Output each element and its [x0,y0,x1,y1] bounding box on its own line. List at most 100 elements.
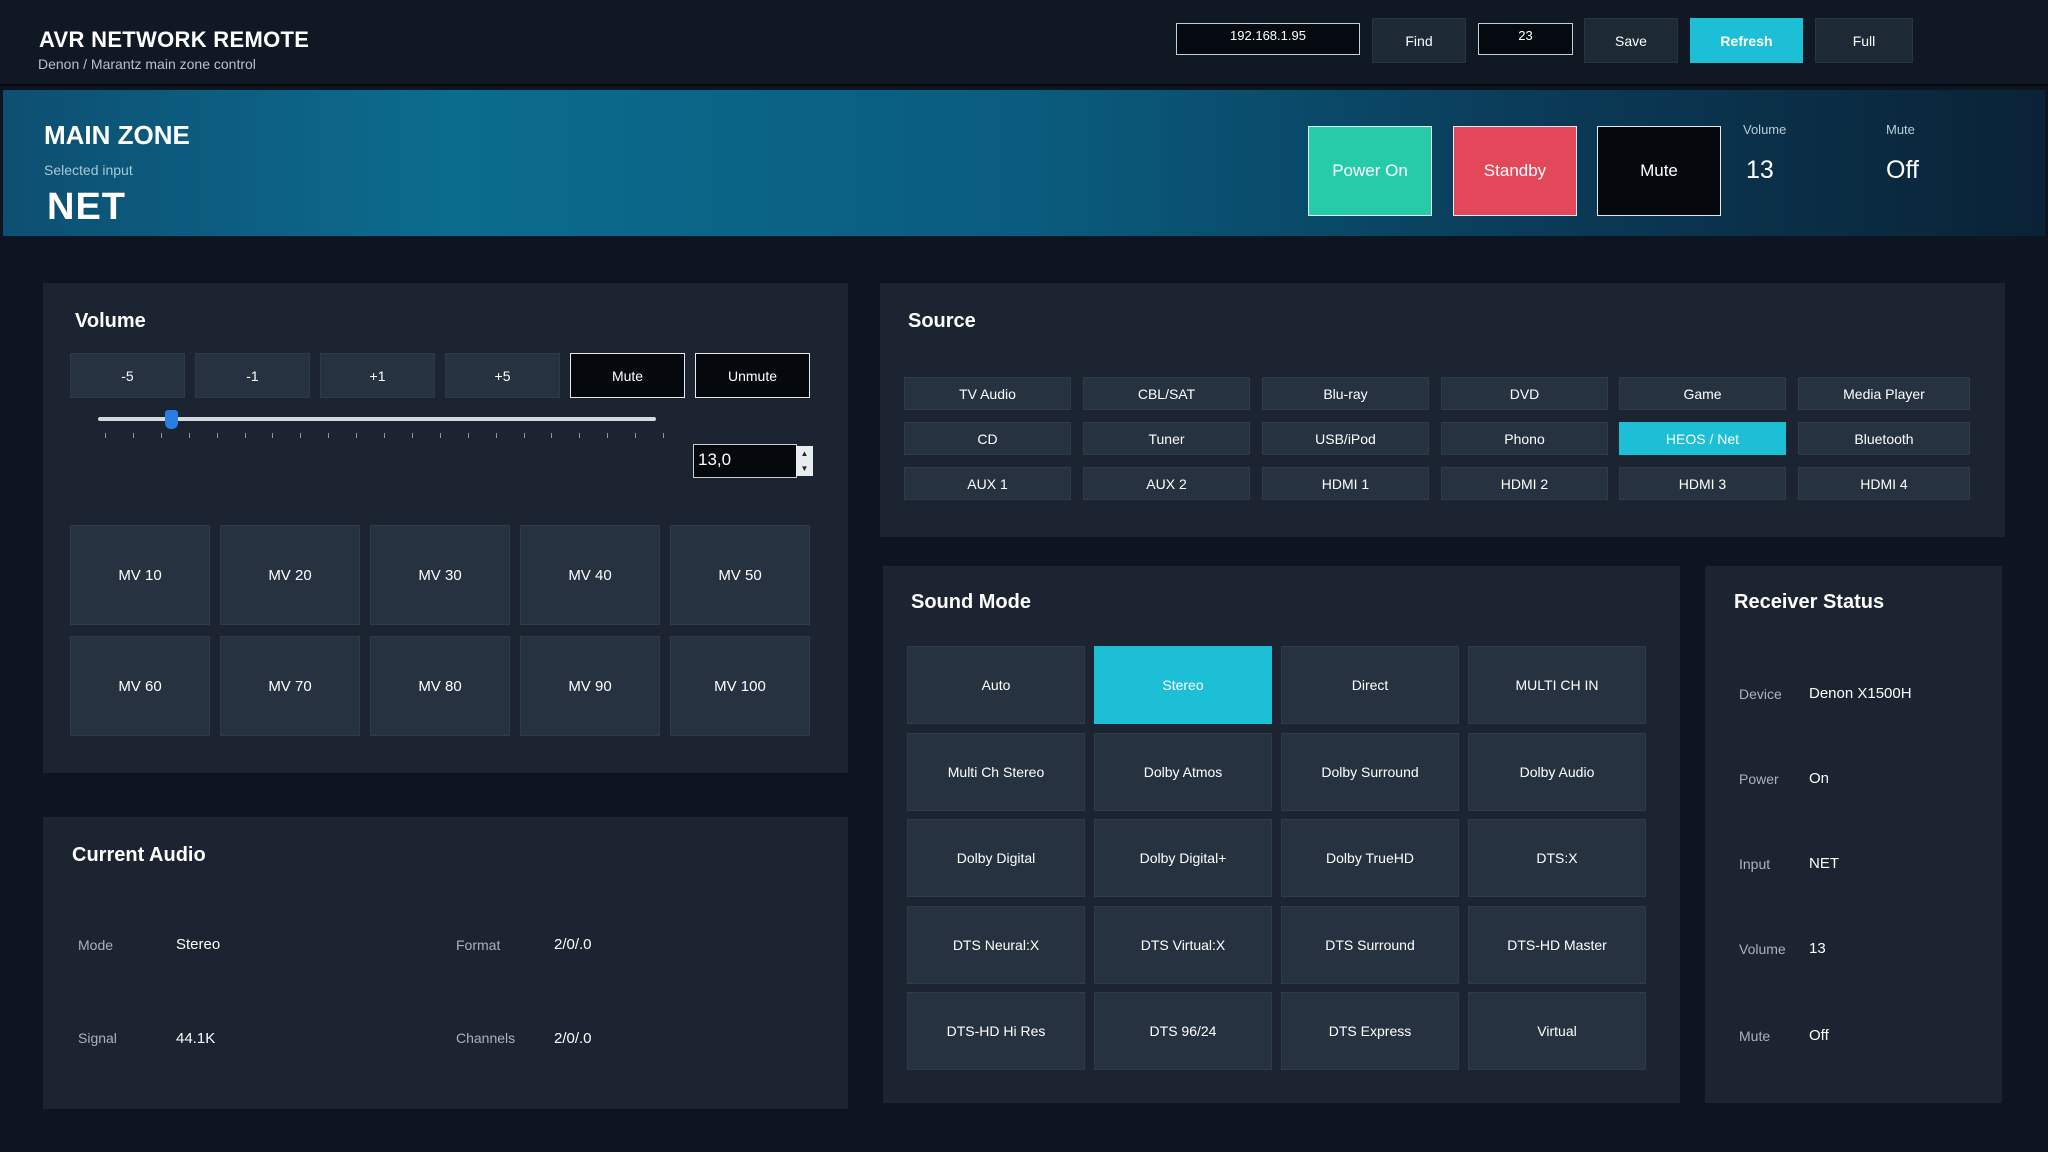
standby-button[interactable]: Standby [1453,126,1577,216]
source-hdmi-3-button[interactable]: HDMI 3 [1619,467,1786,500]
volume-plus-1-button[interactable]: +1 [320,353,435,398]
volume-minus-5-button[interactable]: -5 [70,353,185,398]
full-button[interactable]: Full [1815,18,1913,63]
sound-mode-dts-surround-button[interactable]: DTS Surround [1281,905,1459,984]
power-on-button[interactable]: Power On [1308,126,1432,216]
source-hdmi-2-button[interactable]: HDMI 2 [1441,467,1608,500]
sound-mode-dolby-atmos-button[interactable]: Dolby Atmos [1094,732,1272,811]
volume-preset-mv-10-button[interactable]: MV 10 [70,525,210,625]
volume-plus-5-button[interactable]: +5 [445,353,560,398]
volume-preset-mv-80-button[interactable]: MV 80 [370,636,510,736]
slider-tick [300,433,302,438]
spin-up-icon[interactable]: ▲ [796,446,813,461]
sound-mode-dolby-digital-button[interactable]: Dolby Digital+ [1094,819,1272,897]
sound-mode-multi-ch-stereo-button[interactable]: Multi Ch Stereo [907,732,1085,811]
sound-mode-dts-hd-master-button[interactable]: DTS-HD Master [1468,905,1646,984]
sound-mode-multi-ch-in-button[interactable]: MULTI CH IN [1468,646,1646,724]
source-cd-button[interactable]: CD [904,422,1071,455]
status-input-value: NET [1809,855,1839,872]
status-power-label: Power [1739,771,1779,787]
sound-mode-dts-neural-x-button[interactable]: DTS Neural:X [907,905,1085,984]
source-hdmi-1-button[interactable]: HDMI 1 [1262,467,1429,500]
source-game-button[interactable]: Game [1619,377,1786,410]
volume-preset-mv-40-button[interactable]: MV 40 [520,525,660,625]
sound-mode-stereo-button[interactable]: Stereo [1094,646,1272,724]
volume-preset-mv-20-button[interactable]: MV 20 [220,525,360,625]
source-tuner-button[interactable]: Tuner [1083,422,1250,455]
audio-signal-value: 44.1K [176,1030,216,1047]
current-audio-title: Current Audio [72,844,206,866]
slider-tick [635,433,637,438]
status-volume-label: Volume [1739,941,1786,957]
save-button[interactable]: Save [1584,18,1678,63]
sound-mode-dts-virtual-x-button[interactable]: DTS Virtual:X [1094,905,1272,984]
refresh-button[interactable]: Refresh [1690,18,1803,63]
source-cbl-sat-button[interactable]: CBL/SAT [1083,377,1250,410]
status-input-label: Input [1739,856,1771,872]
audio-mode-label: Mode [78,937,114,953]
source-dvd-button[interactable]: DVD [1441,377,1608,410]
sound-mode-dts-hd-hi-res-button[interactable]: DTS-HD Hi Res [907,992,1085,1070]
audio-signal-label: Signal [78,1030,117,1046]
volume-slider-thumb[interactable] [164,410,178,429]
receiver-status-title: Receiver Status [1734,591,1885,613]
find-button[interactable]: Find [1372,18,1466,63]
source-media-player-button[interactable]: Media Player [1798,377,1970,410]
sound-mode-dolby-digital-button[interactable]: Dolby Digital [907,819,1085,897]
volume-preset-mv-70-button[interactable]: MV 70 [220,636,360,736]
sound-mode-dts-96-24-button[interactable]: DTS 96/24 [1094,992,1272,1070]
source-heos-net-button[interactable]: HEOS / Net [1619,422,1786,455]
source-aux-1-button[interactable]: AUX 1 [904,467,1071,500]
sound-mode-dolby-audio-button[interactable]: Dolby Audio [1468,732,1646,811]
sound-mode-virtual-button[interactable]: Virtual [1468,992,1646,1070]
source-panel: Source TV Audio CBL/SAT Blu-ray DVD Game Medi… [880,283,2005,537]
sound-mode-dolby-surround-button[interactable]: Dolby Surround [1281,732,1459,811]
sound-mode-dts-x-button[interactable]: DTS:X [1468,819,1646,897]
volume-preset-mv-50-button[interactable]: MV 50 [670,525,810,625]
volume-mute-button[interactable]: Mute [570,353,685,398]
audio-channels-label: Channels [456,1030,516,1046]
volume-minus-1-button[interactable]: -1 [195,353,310,398]
slider-tick [216,433,218,438]
source-tv-audio-button[interactable]: TV Audio [904,377,1071,410]
source-usb-ipod-button[interactable]: USB/iPod [1262,422,1429,455]
slider-tick [411,433,413,438]
volume-preset-mv-60-button[interactable]: MV 60 [70,636,210,736]
zone-mute-button[interactable]: Mute [1597,126,1721,216]
selected-input-label: Selected input [44,162,133,178]
receiver-status-panel: Receiver Status Device Denon X1500H Power O… [1705,566,2002,1103]
sound-mode-dts-express-button[interactable]: DTS Express [1281,992,1459,1070]
source-phono-button[interactable]: Phono [1441,422,1608,455]
audio-mode-value: Stereo [176,936,221,953]
volume-preset-mv-30-button[interactable]: MV 30 [370,525,510,625]
source-aux-2-button[interactable]: AUX 2 [1083,467,1250,500]
volume-unmute-button[interactable]: Unmute [695,353,810,398]
volume-preset-mv-100-button[interactable]: MV 100 [670,636,810,736]
slider-tick [523,433,525,438]
sound-mode-auto-button[interactable]: Auto [907,646,1085,724]
source-title: Source [908,310,976,332]
app-title: AVR NETWORK REMOTE [39,27,310,52]
slider-tick [188,433,190,438]
ip-address-input[interactable] [1176,23,1360,55]
slider-tick [105,433,106,438]
volume-preset-mv-90-button[interactable]: MV 90 [520,636,660,736]
sound-mode-dolby-truehd-button[interactable]: Dolby TrueHD [1281,819,1459,897]
slider-tick [356,433,358,438]
source-bluetooth-button[interactable]: Bluetooth [1798,422,1970,455]
zone-mute-value: Off [1886,156,1919,184]
port-input[interactable] [1478,23,1573,55]
current-audio-panel: Current Audio Mode Stereo Format 2/0/.0 … [43,817,848,1109]
slider-tick [439,433,441,438]
zone-title: MAIN ZONE [44,120,190,150]
status-mute-value: Off [1809,1027,1829,1044]
volume-value-field[interactable]: 13,0 [693,444,797,478]
volume-panel: Volume -5 -1 +1 +5 Mute Unmute 13,0 ▲ ▼ … [43,283,848,773]
source-blu-ray-button[interactable]: Blu-ray [1262,377,1429,410]
sound-mode-direct-button[interactable]: Direct [1281,646,1459,724]
source-hdmi-4-button[interactable]: HDMI 4 [1798,467,1970,500]
volume-slider-track[interactable] [98,417,656,421]
spin-down-icon[interactable]: ▼ [796,461,813,476]
status-device-value: Denon X1500H [1809,685,1912,702]
slider-tick [663,433,664,438]
